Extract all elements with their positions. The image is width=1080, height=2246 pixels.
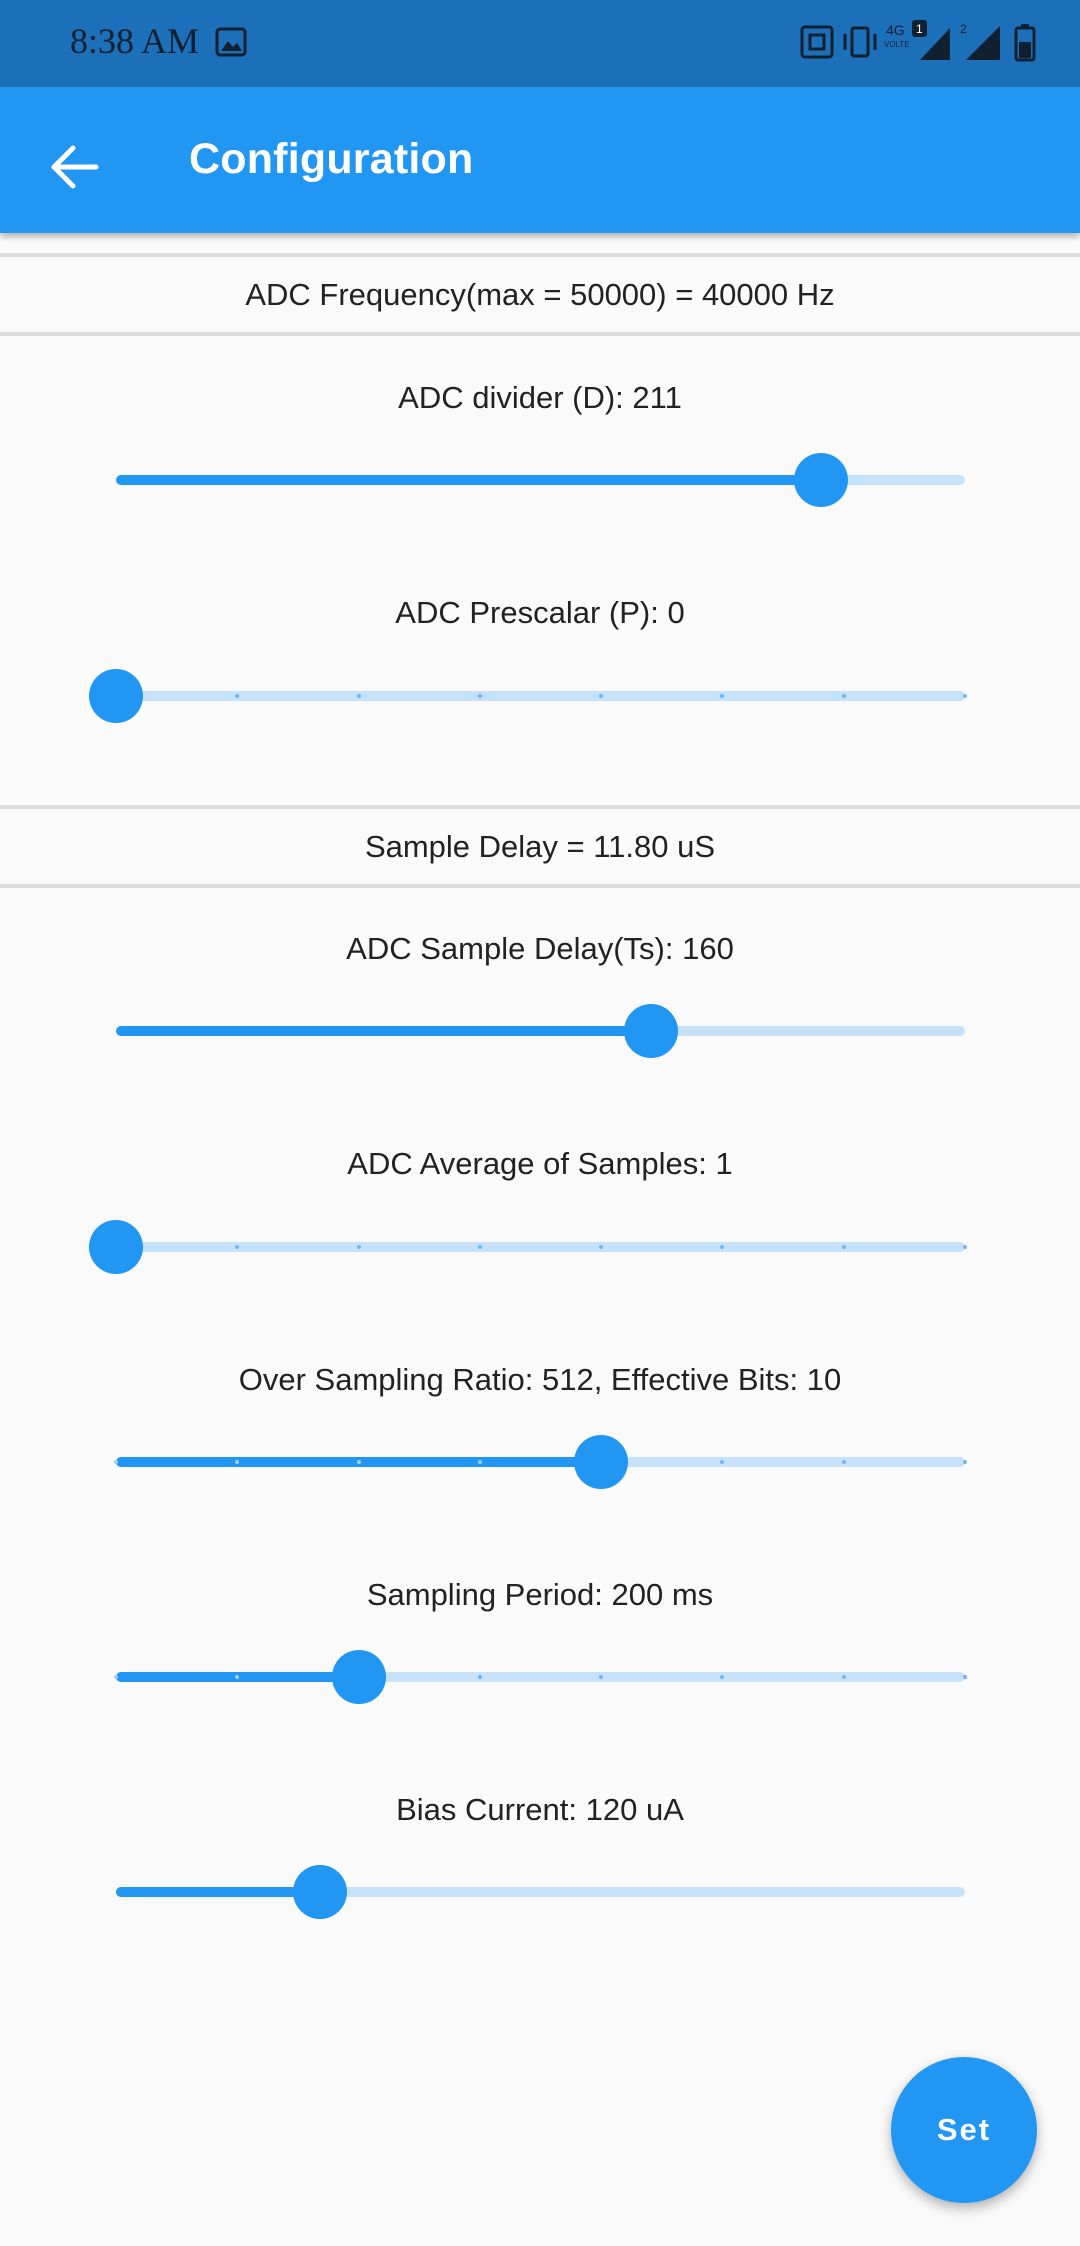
slider-thumb[interactable]	[89, 669, 143, 723]
slider-tick	[841, 1460, 846, 1464]
status-icons: 4G VOLTE 1 2	[800, 18, 1050, 68]
slider-tick	[599, 694, 604, 698]
bias-current-slider[interactable]	[116, 1865, 965, 1919]
status-time: 8:38 AM	[70, 21, 200, 61]
adc-divider-slider[interactable]	[116, 453, 965, 507]
page-title: Configuration	[189, 135, 474, 183]
slider-active-track	[116, 1026, 651, 1036]
slider-tick	[963, 694, 967, 698]
slider-tick	[599, 1245, 604, 1249]
slider-thumb[interactable]	[89, 1220, 143, 1274]
adc-average-samples-slider[interactable]	[89, 1220, 967, 1274]
slider-tick	[114, 1460, 118, 1464]
slider-tick	[235, 1245, 240, 1249]
slider-tick	[356, 694, 361, 698]
slider-tick	[114, 1675, 118, 1679]
slider-tick	[477, 1675, 482, 1679]
slider-thumb[interactable]	[623, 1004, 678, 1058]
adc-frequency-band: ADC Frequency(max = 50000) = 40000 Hz	[0, 253, 1080, 336]
slider-tick	[841, 1675, 846, 1679]
slider-tick	[235, 694, 240, 698]
vibrate-icon	[843, 26, 877, 58]
slider-active-track	[116, 1887, 320, 1897]
slider-tick	[720, 694, 725, 698]
set-button-label: Set	[936, 2112, 992, 2147]
sim1-badge: 1	[916, 22, 923, 36]
slider-thumb[interactable]	[331, 1650, 386, 1704]
slider-tick	[720, 1245, 725, 1249]
over-sampling-ratio-label: Over Sampling Ratio: 512, Effective Bits…	[238, 1362, 842, 1397]
sample-delay-text: Sample Delay = 11.80 uS	[364, 828, 716, 864]
arrow-left-icon	[51, 145, 99, 189]
slider-thumb[interactable]	[574, 1435, 629, 1489]
slider-tick	[963, 1245, 967, 1249]
sampling-period-label: Sampling Period: 200 ms	[366, 1577, 714, 1612]
sim2-badge: 2	[960, 22, 967, 36]
sample-delay-band: Sample Delay = 11.80 uS	[0, 805, 1080, 888]
slider-tick	[720, 1675, 725, 1679]
slider-thumb[interactable]	[292, 1865, 347, 1919]
adc-average-samples-label: ADC Average of Samples: 1	[347, 1146, 733, 1181]
slider-tick	[477, 1460, 482, 1464]
back-button[interactable]	[40, 132, 110, 202]
slider-tick	[477, 1245, 482, 1249]
slider-tick	[356, 1245, 361, 1249]
network-type-label: 4G	[886, 22, 905, 38]
nfc-icon	[800, 25, 834, 59]
adc-prescalar-slider[interactable]	[89, 669, 967, 723]
adc-divider-label: ADC divider (D): 211	[398, 380, 682, 415]
over-sampling-ratio-slider[interactable]	[114, 1435, 967, 1489]
slider-thumb[interactable]	[793, 453, 848, 507]
status-bar: 8:38 AM 4G VOLTE 1 2	[0, 0, 1080, 87]
slider-tick	[477, 694, 482, 698]
app-bar: Configuration	[0, 87, 1080, 233]
adc-sample-delay-slider[interactable]	[116, 1004, 965, 1058]
gallery-notification-icon	[215, 27, 247, 62]
slider-tick	[963, 1460, 967, 1464]
slider-tick	[841, 694, 846, 698]
slider-tick	[356, 1460, 361, 1464]
battery-icon	[1014, 24, 1036, 62]
volte-label: VOLTE	[884, 40, 910, 49]
slider-active-track	[116, 475, 821, 485]
signal-sim1-icon: 4G VOLTE 1	[884, 20, 950, 60]
sampling-period-slider[interactable]	[114, 1650, 967, 1704]
slider-tick	[841, 1245, 846, 1249]
signal-sim2-icon: 2	[960, 22, 1000, 60]
slider-tick	[963, 1675, 967, 1679]
adc-sample-delay-label: ADC Sample Delay(Ts): 160	[346, 931, 734, 966]
adc-frequency-text: ADC Frequency(max = 50000) = 40000 Hz	[245, 276, 835, 312]
bias-current-label: Bias Current: 120 uA	[396, 1792, 684, 1827]
slider-tick	[720, 1460, 725, 1464]
slider-tick	[599, 1675, 604, 1679]
set-button[interactable]: Set	[891, 2057, 1037, 2203]
adc-prescalar-label: ADC Prescalar (P): 0	[395, 595, 685, 630]
